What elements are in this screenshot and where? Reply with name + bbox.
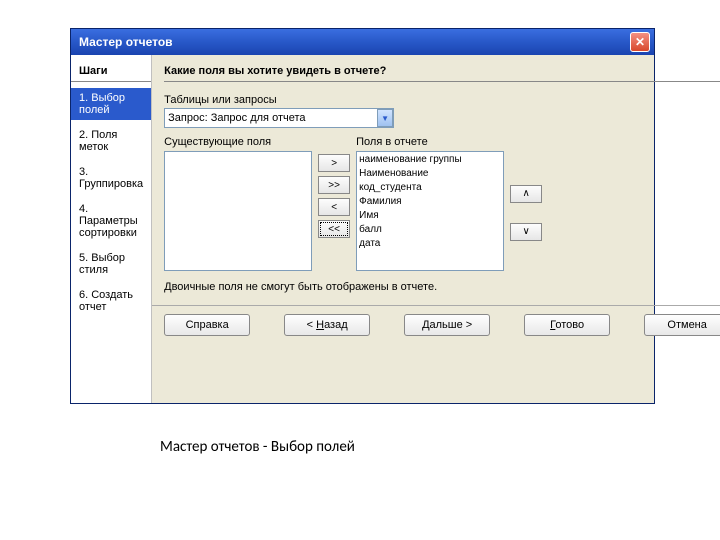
main-header: Какие поля вы хотите увидеть в отчете? <box>164 63 720 82</box>
next-button[interactable]: Дальше > <box>404 314 490 336</box>
selected-label: Поля в отчете <box>356 136 504 148</box>
window-title: Мастер отчетов <box>79 35 173 49</box>
available-listbox[interactable] <box>164 151 312 271</box>
close-icon[interactable]: ✕ <box>630 32 650 52</box>
move-down-button[interactable]: ∨ <box>510 223 542 241</box>
wizard-window: Мастер отчетов ✕ Шаги 1. Выбор полей 2. П… <box>70 28 655 404</box>
button-row: Справка < Назад Дальше > Готово Отмена <box>164 314 720 346</box>
combo-value: Запрос: Запрос для отчета <box>168 112 305 124</box>
tables-label: Таблицы или запросы <box>164 94 720 106</box>
finish-button[interactable]: Готово <box>524 314 610 336</box>
chevron-down-icon[interactable]: ▼ <box>377 109 393 127</box>
divider <box>152 305 720 306</box>
move-up-button[interactable]: ∧ <box>510 185 542 203</box>
add-all-button[interactable]: >> <box>318 176 350 194</box>
step-2[interactable]: 2. Поля меток <box>71 125 151 157</box>
list-item[interactable]: дата <box>359 237 501 251</box>
step-1[interactable]: 1. Выбор полей <box>71 88 151 120</box>
reorder-buttons: ∧ ∨ <box>510 136 542 271</box>
help-button[interactable]: Справка <box>164 314 250 336</box>
main-panel: Какие поля вы хотите увидеть в отчете? Т… <box>152 55 720 403</box>
steps-header: Шаги <box>71 63 151 82</box>
list-item[interactable]: балл <box>359 223 501 237</box>
tables-combo[interactable]: Запрос: Запрос для отчета ▼ <box>164 108 394 128</box>
cancel-button[interactable]: Отмена <box>644 314 720 336</box>
hint-text: Двоичные поля не смогут быть отображены … <box>164 281 720 293</box>
remove-button[interactable]: < <box>318 198 350 216</box>
step-5[interactable]: 5. Выбор стиля <box>71 248 151 280</box>
list-item[interactable]: Наименование <box>359 167 501 181</box>
available-label: Существующие поля <box>164 136 312 148</box>
figure-caption: Мастер отчетов - Выбор полей <box>160 438 355 456</box>
steps-sidebar: Шаги 1. Выбор полей 2. Поля меток 3. Групп… <box>71 55 152 403</box>
list-item[interactable]: Фамилия <box>359 195 501 209</box>
field-lists: Существующие поля > >> < << Поля в отчет… <box>164 136 720 271</box>
list-item[interactable]: наименование группы <box>359 153 501 167</box>
step-3[interactable]: 3. Группировка <box>71 162 151 194</box>
step-4[interactable]: 4. Параметры сортировки <box>71 199 151 243</box>
remove-all-button[interactable]: << <box>318 220 350 238</box>
client-area: Шаги 1. Выбор полей 2. Поля меток 3. Групп… <box>71 55 654 403</box>
step-6[interactable]: 6. Создать отчет <box>71 285 151 317</box>
back-button[interactable]: < Назад <box>284 314 370 336</box>
list-item[interactable]: Имя <box>359 209 501 223</box>
list-item[interactable]: код_студента <box>359 181 501 195</box>
transfer-buttons: > >> < << <box>318 136 350 271</box>
selected-listbox[interactable]: наименование группыНаименованиекод_студе… <box>356 151 504 271</box>
titlebar: Мастер отчетов ✕ <box>71 29 654 55</box>
add-button[interactable]: > <box>318 154 350 172</box>
